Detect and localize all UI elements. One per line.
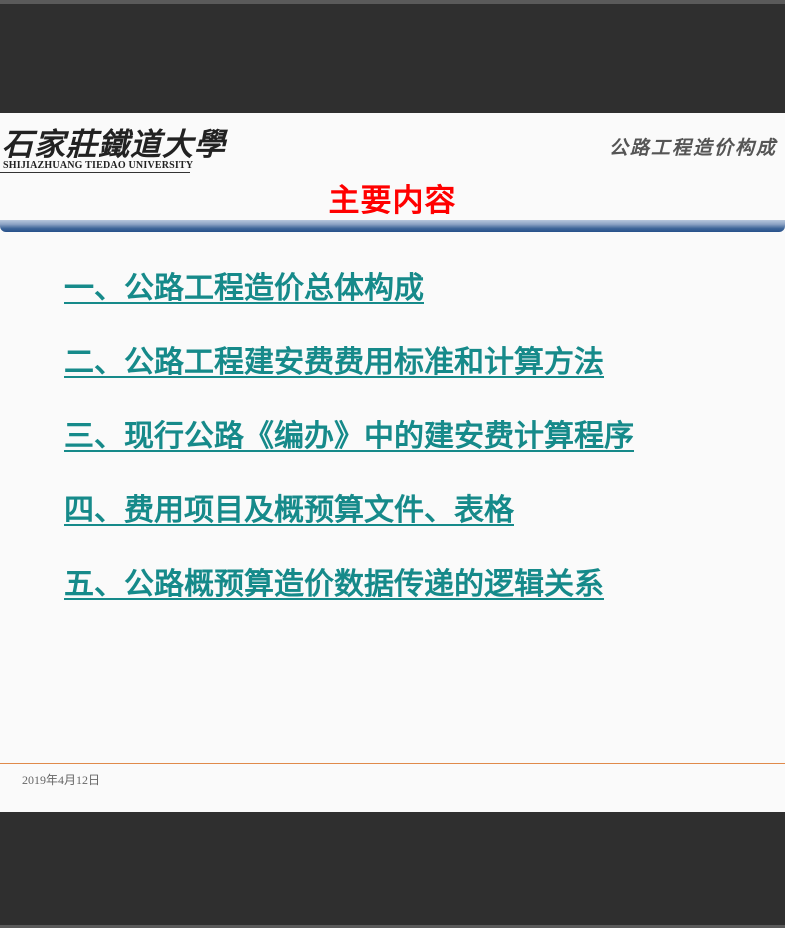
viewer-top-edge <box>0 0 785 4</box>
logo-underline <box>0 172 190 173</box>
footer-divider <box>0 763 785 764</box>
slide-heading: 主要内容 <box>328 183 457 219</box>
contents-link-2[interactable]: 二、公路工程建安费费用标准和计算方法 <box>64 343 604 383</box>
slide-date: 2019年4月12日 <box>22 773 101 787</box>
contents-link-4[interactable]: 四、费用项目及概预算文件、表格 <box>64 491 514 531</box>
course-title: 公路工程造价构成 <box>608 137 777 159</box>
university-logo-english: SHIJIAZHUANG TIEDAO UNIVERSITY <box>3 160 194 171</box>
contents-link-1[interactable]: 一、公路工程造价总体构成 <box>64 269 424 309</box>
presentation-slide: 石家莊鐵道大學 SHIJIAZHUANG TIEDAO UNIVERSITY 公… <box>0 113 785 812</box>
contents-link-5[interactable]: 五、公路概预算造价数据传递的逻辑关系 <box>64 565 604 605</box>
university-logo-chinese: 石家莊鐵道大學 <box>2 127 226 163</box>
contents-list: 一、公路工程造价总体构成 二、公路工程建安费费用标准和计算方法 三、现行公路《编… <box>64 269 779 639</box>
header-divider-bar <box>0 220 785 232</box>
contents-link-3[interactable]: 三、现行公路《编办》中的建安费计算程序 <box>64 417 634 457</box>
